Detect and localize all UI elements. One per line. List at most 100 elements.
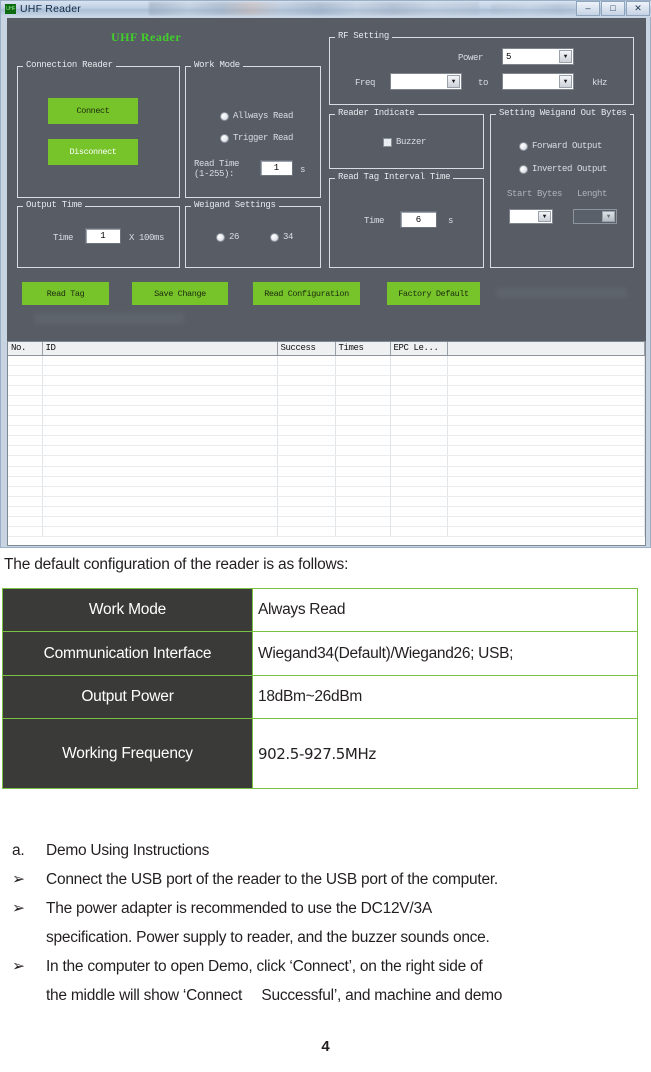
column-header-success[interactable]: Success <box>277 342 336 356</box>
radio-inverted-output[interactable]: Inverted Output <box>519 164 607 174</box>
buzzer-checkbox[interactable]: Buzzer <box>383 137 426 147</box>
read-configuration-button[interactable]: Read Configuration <box>253 282 360 305</box>
table-cell <box>277 506 336 518</box>
read-time-label-line1: Read Time <box>194 159 240 169</box>
table-cell <box>390 435 448 447</box>
interval-time-input[interactable]: 6 <box>400 211 437 228</box>
table-cell <box>8 445 43 457</box>
minimize-button[interactable]: – <box>576 1 600 16</box>
table-row: Communication Interface Wiegand34(Defaul… <box>2 631 638 676</box>
document-page: The default configuration of the reader … <box>0 548 651 1072</box>
save-change-button[interactable]: Save Change <box>132 282 228 305</box>
table-cell <box>8 526 43 538</box>
table-row[interactable] <box>8 455 645 467</box>
table-cell <box>335 355 391 366</box>
radio-forward-output[interactable]: Forward Output <box>519 141 602 151</box>
table-cell <box>42 395 278 406</box>
table-row[interactable] <box>8 526 645 538</box>
table-cell <box>447 466 645 477</box>
reader-indicate-caption: Reader Indicate <box>335 108 418 118</box>
chevron-down-icon[interactable]: ▼ <box>602 211 615 222</box>
table-cell <box>42 385 278 396</box>
chevron-down-icon[interactable]: ▼ <box>559 75 572 88</box>
table-cell <box>42 496 278 507</box>
table-cell <box>277 476 336 487</box>
read-tag-button[interactable]: Read Tag <box>22 282 109 305</box>
output-time-unit: X 100ms <box>129 233 165 243</box>
table-row[interactable] <box>8 395 645 406</box>
table-cell <box>390 455 448 467</box>
table-row[interactable] <box>8 425 645 437</box>
table-cell <box>447 385 645 396</box>
table-row[interactable] <box>8 375 645 386</box>
table-cell <box>8 375 43 386</box>
column-header-id[interactable]: ID <box>42 342 278 356</box>
chevron-down-icon[interactable]: ▼ <box>559 50 572 63</box>
list-item: ➢ Connect the USB port of the reader to … <box>0 865 651 894</box>
radio-trigger-read[interactable]: Trigger Read <box>220 133 293 143</box>
tag-table: No. ID Success Times EPC Le... <box>8 342 645 538</box>
table-cell <box>8 385 43 396</box>
table-row[interactable] <box>8 516 645 528</box>
radio-dot-icon <box>216 232 225 242</box>
table-cell <box>335 486 391 497</box>
maximize-button[interactable]: □ <box>601 1 625 16</box>
table-cell <box>335 445 391 457</box>
read-time-input[interactable]: 1 <box>260 160 293 176</box>
window-controls: – □ ✕ <box>576 1 650 16</box>
table-row[interactable] <box>8 466 645 477</box>
power-label: Power <box>458 53 484 63</box>
table-row[interactable] <box>8 445 645 457</box>
factory-default-button[interactable]: Factory Default <box>387 282 480 305</box>
table-row[interactable] <box>8 435 645 447</box>
table-cell <box>8 405 43 417</box>
column-header-blank[interactable] <box>447 342 645 356</box>
table-row[interactable] <box>8 405 645 417</box>
table-row[interactable] <box>8 496 645 507</box>
table-cell <box>8 395 43 406</box>
table-cell <box>8 466 43 477</box>
lenght-dropdown[interactable]: ▼ <box>573 209 617 224</box>
table-cell <box>447 425 645 437</box>
radio-weigand-34[interactable]: 34 <box>270 232 293 242</box>
chevron-down-icon[interactable]: ▼ <box>538 211 551 222</box>
freq-label: Freq <box>355 78 376 88</box>
table-cell <box>8 455 43 467</box>
table-row[interactable] <box>8 476 645 487</box>
column-header-times[interactable]: Times <box>335 342 391 356</box>
table-cell <box>42 486 278 497</box>
close-button[interactable]: ✕ <box>626 1 650 16</box>
table-cell <box>42 365 278 376</box>
power-dropdown[interactable]: 5 ▼ <box>502 48 574 65</box>
table-row[interactable] <box>8 355 645 366</box>
table-cell <box>8 486 43 497</box>
table-row[interactable] <box>8 415 645 427</box>
radio-weigand-26[interactable]: 26 <box>216 232 239 242</box>
table-header-row: No. ID Success Times EPC Le... <box>8 342 645 356</box>
freq-from-dropdown[interactable]: ▼ <box>390 73 462 90</box>
spec-key-working-frequency: Working Frequency <box>2 718 253 789</box>
table-row[interactable] <box>8 486 645 497</box>
column-header-epc-len[interactable]: EPC Le... <box>390 342 448 356</box>
table-cell <box>390 425 448 437</box>
start-bytes-dropdown[interactable]: ▼ <box>509 209 553 224</box>
table-row[interactable] <box>8 385 645 396</box>
connect-button[interactable]: Connect <box>48 98 138 124</box>
table-cell <box>447 506 645 518</box>
table-row[interactable] <box>8 365 645 376</box>
read-time-label-line2: (1-255): <box>194 169 235 179</box>
column-header-no[interactable]: No. <box>8 342 43 356</box>
output-time-input[interactable]: 1 <box>85 228 121 244</box>
freq-to-dropdown[interactable]: ▼ <box>502 73 574 90</box>
radio-always-read[interactable]: Allways Read <box>220 111 293 121</box>
table-row[interactable] <box>8 506 645 518</box>
table-cell <box>447 445 645 457</box>
table-cell <box>42 415 278 427</box>
lenght-label: Lenght <box>577 189 608 199</box>
table-cell <box>8 415 43 427</box>
table-cell <box>277 435 336 447</box>
disconnect-button[interactable]: Disconnect <box>48 139 138 165</box>
chevron-down-icon[interactable]: ▼ <box>447 75 460 88</box>
tag-list-grid[interactable]: No. ID Success Times EPC Le... <box>7 341 646 546</box>
radio-inverted-output-label: Inverted Output <box>532 164 608 174</box>
